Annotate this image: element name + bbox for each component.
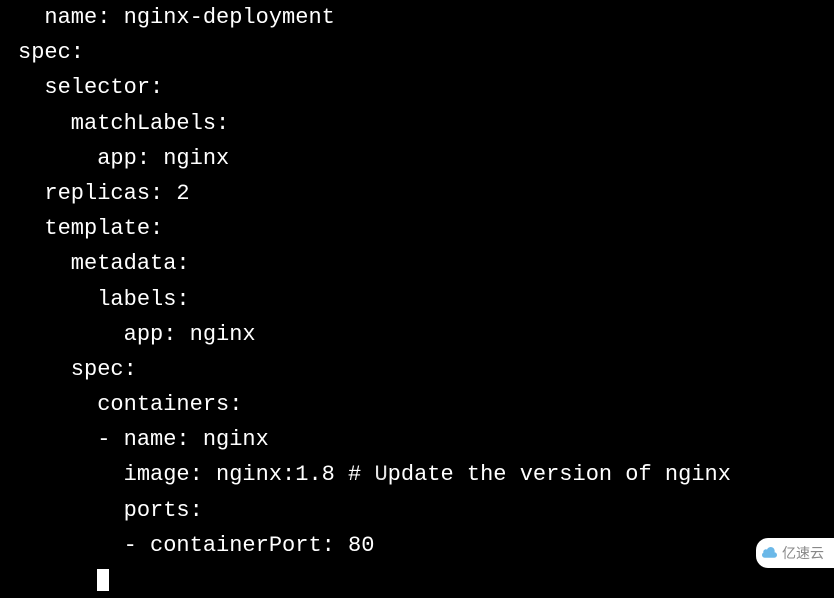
code-line: selector:	[18, 75, 163, 100]
code-line: replicas: 2	[18, 181, 190, 206]
code-line: - containerPort: 80	[18, 533, 374, 558]
code-line: ports:	[18, 498, 203, 523]
code-line: containers:	[18, 392, 242, 417]
watermark-text: 亿速云	[782, 542, 824, 564]
code-line: - name: nginx	[18, 427, 269, 452]
code-line: app: nginx	[18, 322, 256, 347]
code-line-with-cursor: image: nginx:1.8 # Update the version of…	[18, 462, 731, 487]
block-cursor-icon	[97, 569, 109, 591]
code-block: name: nginx-deployment spec: selector: m…	[18, 0, 834, 598]
text-cursor-icon: U	[374, 457, 387, 492]
watermark-badge: 亿速云	[756, 538, 834, 568]
cloud-icon	[762, 547, 778, 559]
code-line: spec:	[18, 40, 84, 65]
code-line: name: nginx-deployment	[18, 5, 335, 30]
code-line: labels:	[18, 287, 190, 312]
code-line: metadata:	[18, 251, 190, 276]
code-line: app: nginx	[18, 146, 229, 171]
code-line: template:	[18, 216, 163, 241]
code-line: spec:	[18, 357, 137, 382]
code-line: matchLabels:	[18, 111, 229, 136]
